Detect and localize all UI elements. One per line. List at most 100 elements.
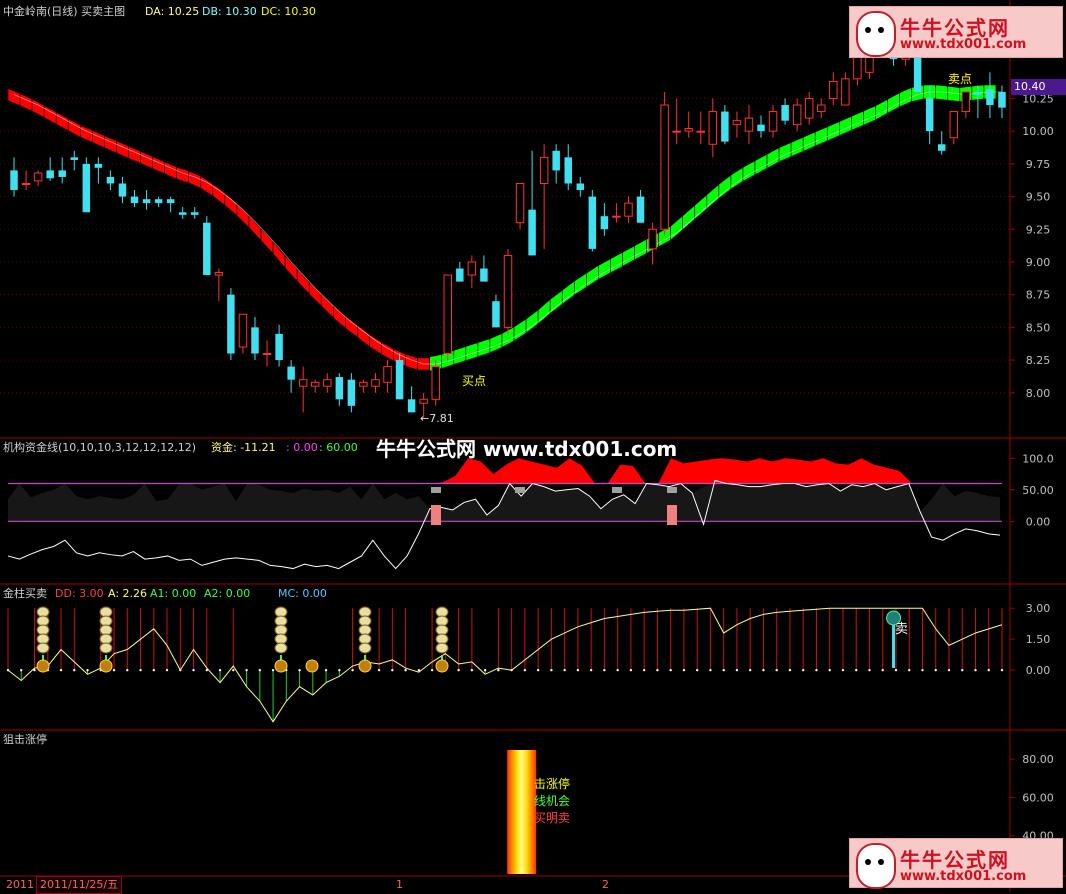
watermark: 牛牛公式网 www.tdx001.com (376, 437, 678, 461)
gold-zero-dot (218, 668, 222, 672)
candle-body-up (612, 215, 621, 218)
price-tick-label: 9.75 (1026, 158, 1051, 171)
candle-body-down (335, 377, 344, 400)
candle-body-up (503, 254, 513, 328)
fund-gray-marker (667, 487, 677, 493)
gold-zero-dot (894, 668, 898, 672)
gold-zero-dot (391, 668, 394, 672)
gold-buy-badge-icon (358, 659, 372, 673)
candle-body-up (323, 379, 332, 387)
ma-band-green-segment (730, 166, 744, 190)
ma-band-green-segment (573, 272, 587, 296)
limit-up-panel (507, 750, 537, 874)
gold-zero-dot (748, 668, 752, 672)
gold-zero-dot (192, 668, 195, 672)
gold-buy-badge-icon (435, 659, 449, 673)
gold-coin-icon (274, 642, 288, 654)
candle-body-up (744, 117, 754, 132)
ma-band-red-segment (248, 214, 262, 242)
gold-zero-dot (616, 668, 619, 672)
gold-zero-dot (271, 668, 275, 672)
ma-band-red-segment (31, 98, 45, 119)
candle-body-down (781, 105, 789, 121)
ma-band-red-segment (79, 124, 93, 143)
ma-band-green-segment (790, 136, 804, 157)
gold-zero-dot (457, 668, 460, 672)
candle-body-down (456, 268, 464, 282)
gold-zero-dot (576, 668, 580, 672)
price-tick-label: 8.25 (1026, 354, 1051, 367)
limit-up-signal-line1: 击涨停 (534, 777, 571, 791)
price-tick-label: 9.00 (1026, 256, 1051, 269)
ma-band-green-segment (586, 264, 599, 288)
candle-body-down (203, 222, 211, 276)
candle-body-down (938, 144, 946, 151)
gold-zero-dot (86, 668, 89, 672)
gold-zero-dot (430, 668, 434, 672)
ma-band-green-segment (513, 318, 527, 342)
gold-zero-dot (351, 668, 354, 672)
gold-zero-dot (735, 668, 739, 672)
candle-body-up (961, 91, 971, 113)
gold-coin-icon (99, 642, 113, 654)
gold-tick-label: 1.50 (1026, 633, 1051, 646)
candle-body-down (275, 333, 283, 361)
candle-body-up (443, 274, 452, 355)
ma-band-green-segment (802, 131, 816, 152)
gold-zero-dot (483, 668, 487, 672)
candle-body-up (515, 182, 525, 224)
limit-tick-label: 60.00 (1022, 791, 1054, 804)
candle-body-up (696, 130, 706, 133)
db-value: DB: 10.30 (202, 5, 257, 18)
price-tick-label: 8.50 (1026, 321, 1051, 334)
candle-body-down (287, 366, 295, 380)
candle-body-up (792, 104, 802, 126)
ma-band-green-segment (634, 238, 647, 261)
dc-value: DC: 10.30 (261, 5, 316, 18)
candle-body-down (347, 379, 356, 406)
gold-zero-dot (682, 668, 686, 672)
candle-body-up (732, 120, 742, 126)
ma-band-red-segment (140, 150, 153, 170)
ma-band-red-segment (92, 129, 105, 149)
ma-band-red-segment (381, 341, 394, 362)
a2-value: A2: 0.00 (204, 587, 251, 600)
ma-band-red-segment (43, 105, 57, 125)
ma-band-red-segment (308, 281, 322, 307)
logo-bottom: 牛牛公式网 www.tdx001.com (849, 838, 1063, 889)
ma-band-red-segment (272, 240, 286, 269)
gold-zero-dot (868, 668, 871, 672)
ma-band-red-segment (345, 315, 358, 338)
candle-body-down (46, 170, 54, 179)
ma-band-red-segment (152, 156, 165, 175)
cow-logo-icon (856, 843, 896, 889)
ma-band-red-segment (104, 135, 117, 154)
candle-body-down (600, 216, 609, 230)
ma-band-red-segment (284, 255, 298, 282)
candle-body-up (431, 366, 440, 400)
price-tick-label: 8.00 (1026, 387, 1051, 400)
price-tick-label: 9.50 (1026, 191, 1051, 204)
fund-line-panel (7, 458, 1002, 570)
main-candlestick-panel (7, 20, 1006, 418)
gold-zero-dot (523, 668, 527, 672)
candle-body-down (395, 360, 404, 400)
gold-zero-dot (338, 668, 341, 672)
candle-body-up (383, 366, 392, 383)
candle-body-up (684, 128, 693, 132)
gold-zero-dot (947, 668, 951, 672)
bottom-tick-2: 2 (602, 878, 609, 891)
candle-body-up (467, 261, 477, 276)
gold-zero-dot (669, 668, 672, 672)
logo-top: 牛牛公式网 www.tdx001.com (849, 6, 1063, 58)
ma-band-green-segment (766, 147, 780, 169)
candle-body-up (33, 172, 43, 182)
ma-band-green-segment (863, 105, 876, 126)
ma-band-green-segment (622, 245, 635, 267)
ma-band-red-segment (7, 88, 21, 107)
gold-zero-dot (629, 668, 633, 672)
gold-coin-icon (36, 642, 50, 654)
candle-body-down (70, 157, 78, 160)
candle-body-up (539, 156, 549, 184)
ma-band-red-segment (128, 145, 141, 164)
